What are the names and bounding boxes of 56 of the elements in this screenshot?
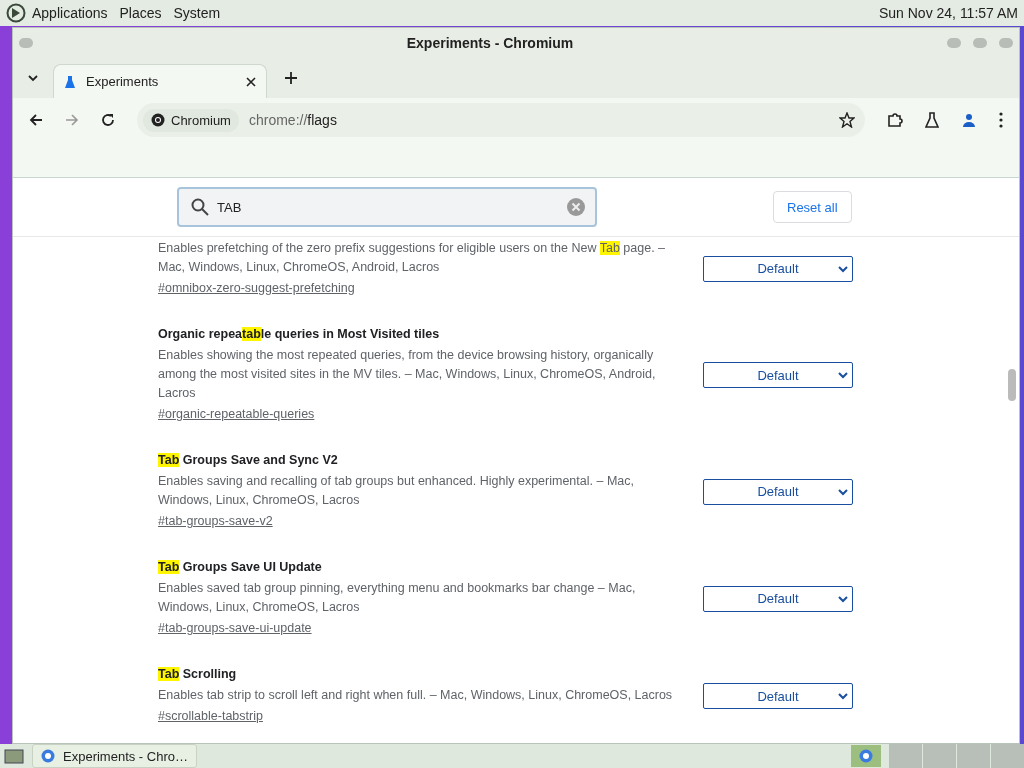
flag-link[interactable]: #scrollable-tabstrip — [158, 707, 263, 726]
browser-logo-icon — [151, 113, 165, 127]
flag-dropdown[interactable]: Default — [703, 255, 853, 282]
clock[interactable]: Sun Nov 24, 11:57 AM — [878, 5, 1018, 21]
flag-dropdown[interactable]: Default — [703, 585, 853, 612]
caret-icon — [838, 487, 848, 496]
show-desktop-icon[interactable] — [4, 748, 24, 764]
flag-link[interactable]: #tab-groups-save-v2 — [158, 512, 273, 531]
flag-title: Tab Groups Save UI Update — [158, 559, 323, 575]
chevron-down-icon[interactable] — [27, 72, 39, 84]
close-icon[interactable] — [246, 76, 256, 87]
flask-icon — [64, 74, 76, 89]
flag-link[interactable]: #organic-repeatable-queries — [158, 405, 315, 424]
flag-description: Enables showing the most repeated queries, from the device browsing history, organically among the most visited sites in the MV tiles. – Mac, Windows, Linux, ChromeOS, Android, Lacros — [158, 347, 657, 402]
flag-dropdown[interactable]: Default — [703, 683, 853, 709]
forward-icon[interactable] — [65, 113, 79, 127]
flag-dropdown[interactable]: Default — [703, 362, 853, 388]
search-text: TAB — [217, 199, 243, 215]
caret-icon — [838, 692, 848, 700]
new-tab-icon[interactable] — [285, 72, 297, 84]
tray-browser-icon[interactable] — [851, 745, 881, 767]
flag-description: Enables saving and recalling of tab groups but enhanced. Highly experimental. – Mac, Windows, Linux, ChromeOS, Lacros — [158, 473, 635, 509]
flag-link[interactable]: #tab-groups-save-ui-update — [158, 619, 312, 638]
reset-all-button[interactable]: Reset all — [773, 191, 852, 223]
search-field[interactable]: TAB — [177, 187, 597, 227]
address-bar[interactable]: Chromium chrome://flags — [137, 103, 865, 137]
panel-menu[interactable]: System — [173, 5, 221, 21]
site-chip[interactable]: Chromium — [143, 108, 239, 132]
distro-logo-icon[interactable] — [6, 3, 26, 23]
browser-tab[interactable]: Experiments — [53, 64, 267, 98]
back-icon[interactable] — [29, 113, 43, 127]
flag-title: Tab Groups Save and Sync V2 — [158, 452, 339, 468]
panel-menu[interactable]: Applications — [32, 5, 108, 21]
puzzle-icon[interactable] — [887, 112, 903, 128]
flag-dropdown[interactable]: Default — [703, 478, 853, 505]
flag-link[interactable]: #omnibox-zero-suggest-prefetching — [158, 279, 355, 298]
flag-description: Enables saved tab group pinning, everything menu and bookmarks bar change – Mac, Windows, Linux, ChromeOS, Lacros — [158, 580, 637, 616]
panel-menu[interactable]: Places — [119, 5, 162, 21]
flask-icon[interactable] — [925, 112, 939, 128]
flag-title: Tab Scrolling — [158, 666, 238, 682]
url-text: chrome://flags — [248, 112, 338, 128]
profile-icon[interactable] — [961, 112, 977, 128]
window-title: Experiments - Chromium — [405, 35, 575, 51]
taskbar-window-button[interactable]: Experiments - Chro… — [32, 744, 197, 768]
flag-description: Enables prefetching of the zero prefix suggestions for eligible users on the New Tab page. – Mac, Windows, Linux, ChromeOS, Android, Lacros — [158, 240, 667, 276]
caret-icon — [838, 594, 848, 603]
flag-description: Enables tab strip to scroll left and right when full. – Mac, Windows, Linux, ChromeOS, Lacros — [158, 687, 674, 704]
caret-icon — [838, 264, 848, 273]
browser-logo-icon — [41, 749, 55, 763]
menu-icon[interactable] — [999, 112, 1003, 128]
star-icon[interactable] — [839, 112, 855, 128]
workspace-switcher[interactable] — [889, 744, 1024, 768]
clear-icon[interactable] — [567, 198, 585, 216]
search-icon — [191, 198, 209, 216]
reload-icon[interactable] — [101, 113, 115, 127]
caret-icon — [838, 371, 848, 379]
